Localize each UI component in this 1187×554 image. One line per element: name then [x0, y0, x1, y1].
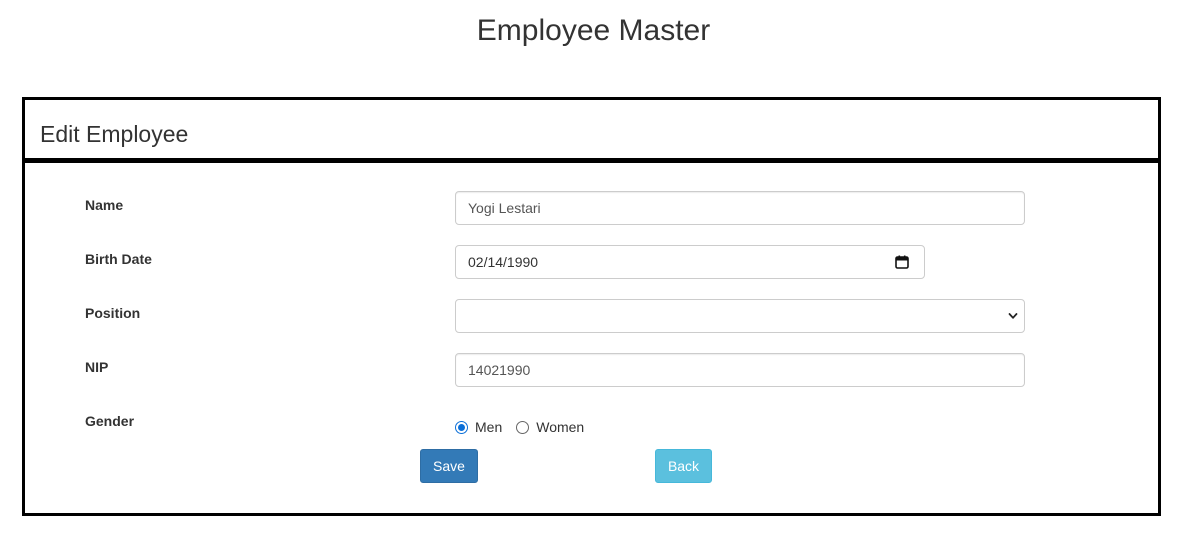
gender-radio-men-label[interactable]: Men — [475, 419, 502, 435]
position-label: Position — [85, 305, 141, 321]
birth-date-label: Birth Date — [85, 251, 152, 267]
gender-label: Gender — [85, 413, 135, 429]
chevron-down-icon — [1008, 313, 1018, 319]
save-button[interactable]: Save — [420, 449, 478, 483]
back-button[interactable]: Back — [655, 449, 712, 483]
birth-date-value: 02/14/1990 — [468, 254, 539, 270]
gender-radio-women[interactable] — [516, 420, 530, 434]
birth-date-input[interactable]: 02/14/1990 — [455, 245, 925, 279]
gender-radio-women-label[interactable]: Women — [536, 419, 584, 435]
name-label: Name — [85, 197, 124, 213]
page-title: Employee Master — [476, 14, 711, 47]
card-title: Edit Employee — [40, 121, 189, 147]
calendar-icon[interactable] — [895, 255, 909, 269]
nip-label: NIP — [85, 359, 109, 375]
gender-radio-men[interactable] — [455, 420, 468, 434]
position-select[interactable] — [455, 299, 1025, 333]
nip-input[interactable] — [455, 353, 1025, 387]
name-input[interactable] — [455, 191, 1025, 225]
card-header: Edit Employee — [25, 100, 1158, 163]
gender-radio-group: Men Women — [455, 418, 598, 436]
edit-employee-card: Edit Employee Name Birth Date 02/14/1990… — [22, 97, 1161, 516]
